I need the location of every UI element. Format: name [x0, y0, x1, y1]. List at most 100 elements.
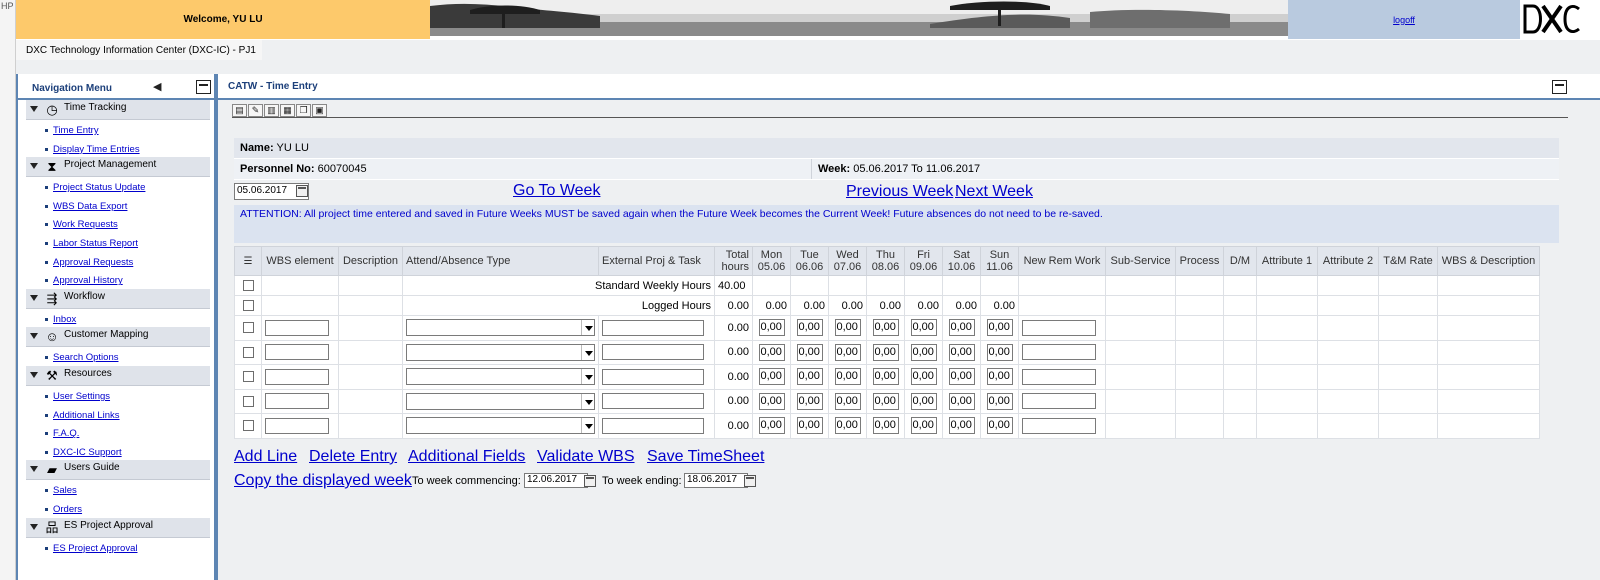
- row-checkbox[interactable]: [242, 395, 254, 407]
- nav-link[interactable]: DXC-IC Support: [53, 447, 122, 458]
- day-hours-input[interactable]: 0,00: [986, 343, 1013, 361]
- nav-section[interactable]: ◷ Time Tracking: [26, 100, 210, 120]
- export-icon[interactable]: ▦: [280, 104, 295, 117]
- new-rem-work-input[interactable]: [1022, 417, 1096, 434]
- expand-triangle-icon[interactable]: [30, 523, 38, 530]
- day-hours-input[interactable]: 0,00: [872, 319, 899, 337]
- edit-icon[interactable]: ✎: [248, 104, 263, 117]
- chevron-down-icon[interactable]: [581, 344, 594, 360]
- calendar-icon[interactable]: [296, 185, 308, 197]
- day-hours-input[interactable]: 0,00: [834, 368, 861, 386]
- week-ending-input[interactable]: 18.06.2017: [684, 473, 748, 488]
- chevron-down-icon[interactable]: [581, 393, 594, 409]
- external-proj-input[interactable]: [602, 393, 704, 410]
- nav-link[interactable]: Sales: [53, 485, 77, 496]
- wbs-input[interactable]: [265, 344, 329, 361]
- day-hours-input[interactable]: 0,00: [872, 392, 899, 410]
- nav-section[interactable]: ⚒ Resources: [26, 365, 210, 386]
- delete-entry-link[interactable]: Delete Entry: [309, 448, 397, 466]
- day-hours-input[interactable]: 0,00: [796, 368, 823, 386]
- external-proj-input[interactable]: [602, 344, 704, 361]
- calendar-icon[interactable]: [744, 475, 756, 487]
- attend-absence-select[interactable]: [406, 319, 595, 337]
- week-commencing-input[interactable]: 12.06.2017: [524, 473, 588, 488]
- row-checkbox[interactable]: [242, 300, 254, 312]
- external-proj-input[interactable]: [602, 417, 704, 434]
- chevron-down-icon[interactable]: [581, 320, 594, 336]
- collapse-arrow-icon[interactable]: ◀: [153, 80, 161, 93]
- nav-link[interactable]: Work Requests: [53, 219, 118, 230]
- expand-triangle-icon[interactable]: [30, 106, 38, 112]
- day-hours-input[interactable]: 0,00: [948, 343, 975, 361]
- attend-absence-select[interactable]: [406, 343, 595, 361]
- day-hours-input[interactable]: 0,00: [872, 417, 899, 435]
- expand-triangle-icon[interactable]: [30, 371, 38, 378]
- day-hours-input[interactable]: 0,00: [758, 343, 785, 361]
- select-all-icon[interactable]: ☰: [244, 256, 253, 267]
- day-hours-input[interactable]: 0,00: [758, 368, 785, 386]
- wbs-input[interactable]: [265, 393, 329, 410]
- nav-section[interactable]: 品 ES Project Approval: [26, 517, 210, 538]
- new-rem-work-input[interactable]: [1022, 368, 1096, 385]
- logoff-link[interactable]: logoff: [1393, 15, 1415, 25]
- day-hours-input[interactable]: 0,00: [796, 392, 823, 410]
- day-hours-input[interactable]: 0,00: [796, 417, 823, 435]
- print-icon[interactable]: ▤: [232, 104, 247, 117]
- nav-link[interactable]: Project Status Update: [53, 182, 145, 193]
- day-hours-input[interactable]: 0,00: [796, 343, 823, 361]
- day-hours-input[interactable]: 0,00: [834, 392, 861, 410]
- day-hours-input[interactable]: 0,00: [910, 368, 937, 386]
- nav-link[interactable]: Display Time Entries: [53, 144, 140, 155]
- nav-section[interactable]: ⇶ Workflow: [26, 288, 210, 309]
- new-rem-work-input[interactable]: [1022, 344, 1096, 361]
- day-hours-input[interactable]: 0,00: [948, 392, 975, 410]
- day-hours-input[interactable]: 0,00: [834, 343, 861, 361]
- validate-wbs-link[interactable]: Validate WBS: [537, 448, 635, 466]
- calendar-icon[interactable]: [584, 475, 596, 487]
- day-hours-input[interactable]: 0,00: [872, 343, 899, 361]
- save-icon[interactable]: ▥: [264, 104, 279, 117]
- next-week-link[interactable]: Next Week: [955, 183, 1033, 201]
- row-checkbox[interactable]: [242, 322, 254, 334]
- day-hours-input[interactable]: 0,00: [796, 319, 823, 337]
- row-checkbox[interactable]: [242, 371, 254, 383]
- nav-link[interactable]: Approval History: [53, 275, 123, 286]
- nav-link[interactable]: Inbox: [53, 314, 76, 325]
- day-hours-input[interactable]: 0,00: [910, 319, 937, 337]
- new-rem-work-input[interactable]: [1022, 393, 1096, 410]
- day-hours-input[interactable]: 0,00: [758, 392, 785, 410]
- nav-link[interactable]: Additional Links: [53, 410, 120, 421]
- day-hours-input[interactable]: 0,00: [986, 392, 1013, 410]
- nav-minimize-button[interactable]: [196, 80, 211, 94]
- day-hours-input[interactable]: 0,00: [758, 417, 785, 435]
- expand-triangle-icon[interactable]: [30, 294, 38, 301]
- copy-icon[interactable]: ❐: [296, 104, 311, 117]
- expand-triangle-icon[interactable]: [30, 163, 38, 170]
- nav-section[interactable]: ☺ Customer Mapping: [26, 327, 210, 348]
- nav-link[interactable]: Time Entry: [53, 125, 99, 136]
- go-to-week-link[interactable]: Go To Week: [513, 182, 600, 200]
- chevron-down-icon[interactable]: [581, 369, 594, 385]
- day-hours-input[interactable]: 0,00: [986, 319, 1013, 337]
- day-hours-input[interactable]: 0,00: [910, 392, 937, 410]
- row-checkbox[interactable]: [242, 280, 254, 292]
- row-checkbox[interactable]: [242, 420, 254, 432]
- chevron-down-icon[interactable]: [581, 418, 594, 434]
- expand-triangle-icon[interactable]: [30, 466, 38, 473]
- external-proj-input[interactable]: [602, 368, 704, 385]
- new-rem-work-input[interactable]: [1022, 319, 1096, 336]
- nav-link[interactable]: Search Options: [53, 352, 118, 363]
- wbs-input[interactable]: [265, 319, 329, 336]
- nav-link[interactable]: ES Project Approval: [53, 543, 138, 554]
- day-hours-input[interactable]: 0,00: [834, 319, 861, 337]
- nav-section[interactable]: ▰ Users Guide: [26, 460, 210, 481]
- attend-absence-select[interactable]: [406, 392, 595, 410]
- wbs-input[interactable]: [265, 417, 329, 434]
- day-hours-input[interactable]: 0,00: [948, 368, 975, 386]
- nav-link[interactable]: Orders: [53, 504, 82, 515]
- attend-absence-select[interactable]: [406, 417, 595, 435]
- expand-triangle-icon[interactable]: [30, 333, 38, 340]
- row-checkbox[interactable]: [242, 346, 254, 358]
- day-hours-input[interactable]: 0,00: [834, 417, 861, 435]
- nav-link[interactable]: Approval Requests: [53, 257, 133, 268]
